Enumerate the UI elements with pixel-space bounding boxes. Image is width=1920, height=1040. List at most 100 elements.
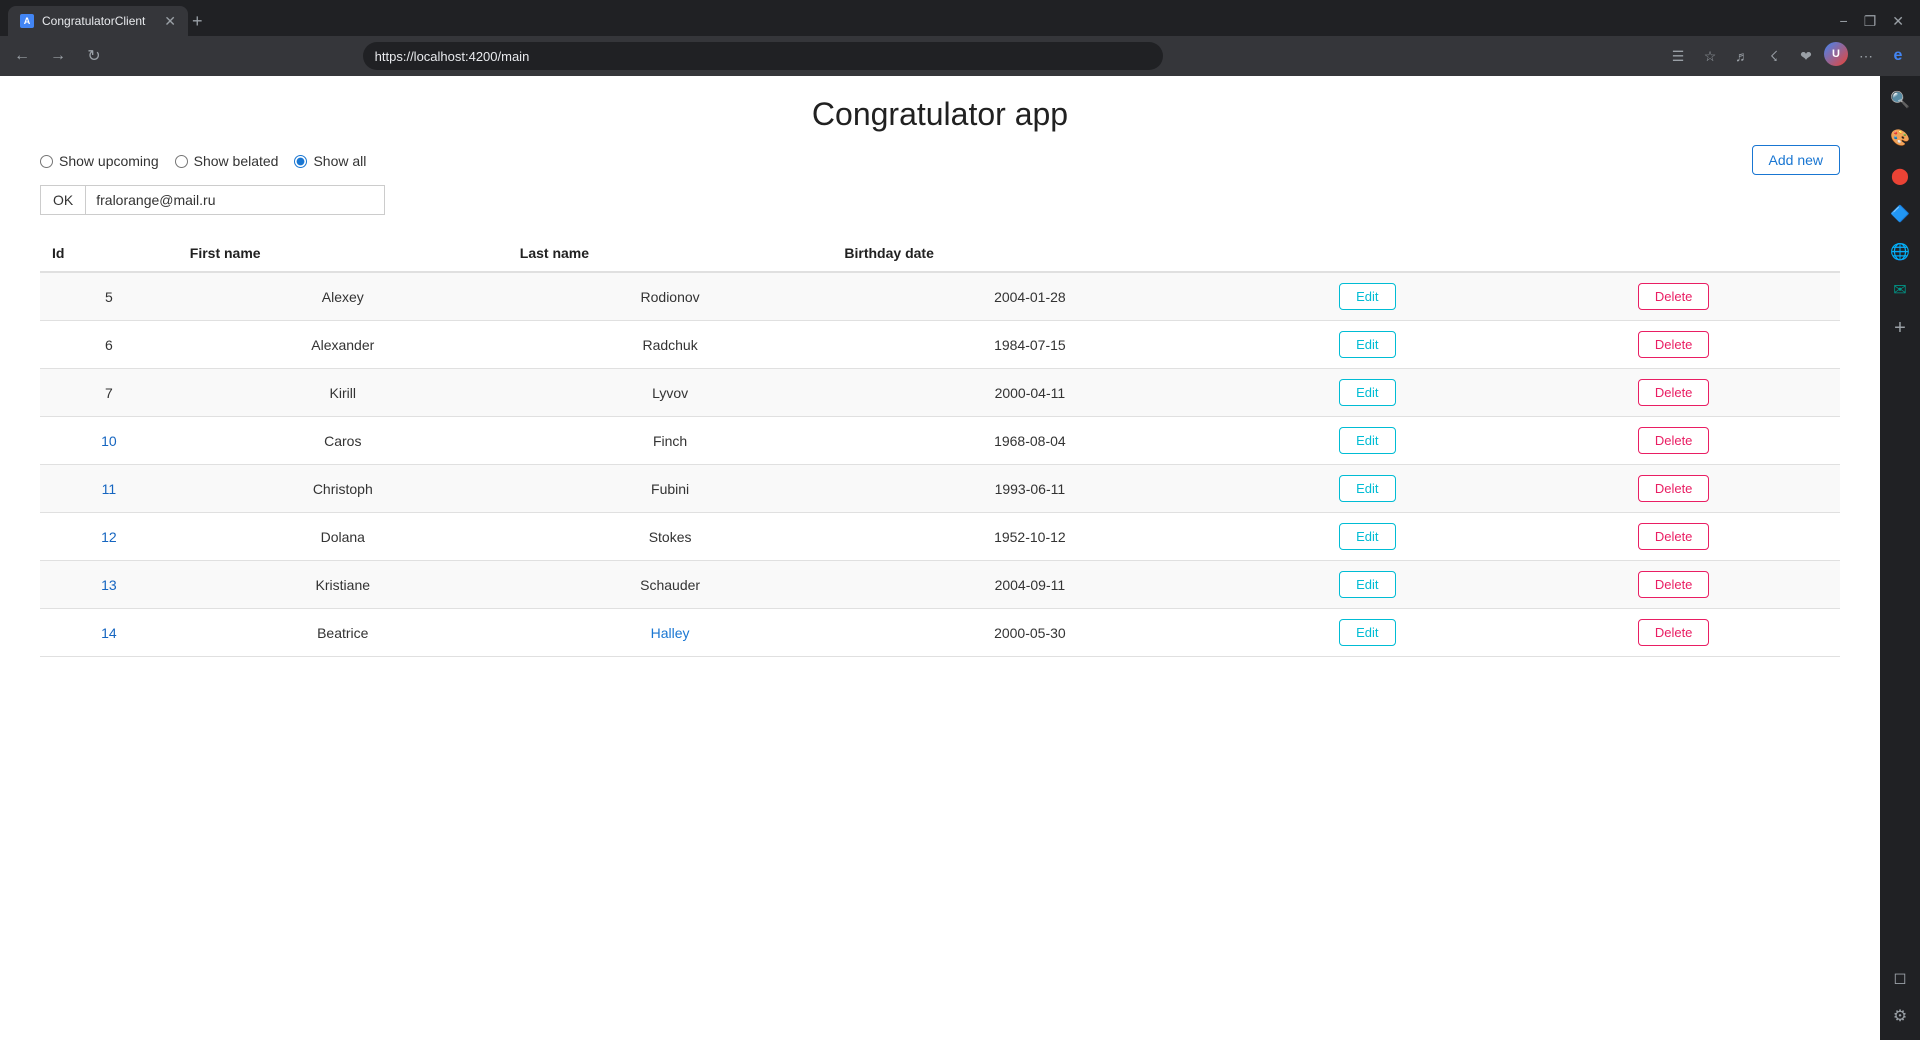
collections-icon[interactable]: ☇ (1760, 42, 1788, 70)
cell-id: 5 (40, 272, 178, 321)
cell-last-name: Halley (508, 609, 833, 657)
cell-id: 13 (40, 561, 178, 609)
back-button[interactable]: ← (8, 42, 36, 70)
maximize-button[interactable]: ❐ (1864, 13, 1877, 30)
sidebar-purple-icon[interactable]: 🔷 (1884, 198, 1916, 230)
minimize-button[interactable]: − (1840, 13, 1848, 30)
edit-button[interactable]: Edit (1339, 379, 1395, 406)
sidebar-paint-icon[interactable]: 🎨 (1884, 122, 1916, 154)
cell-first-name: Beatrice (178, 609, 508, 657)
cell-last-name: Rodionov (508, 272, 833, 321)
cell-edit-action: Edit (1227, 513, 1507, 561)
radio-show-upcoming[interactable] (40, 155, 53, 168)
cell-delete-action: Delete (1507, 321, 1840, 369)
delete-button[interactable]: Delete (1638, 523, 1710, 550)
col-header-delete (1507, 235, 1840, 272)
right-sidebar: 🔍 🎨 ⬤ 🔷 🌐 ✉ + ◻ ⚙ (1880, 76, 1920, 1040)
filter-row: Show upcoming Show belated Show all Add … (40, 153, 1840, 169)
cell-birthday: 1968-08-04 (832, 417, 1227, 465)
profile-avatar[interactable]: U (1824, 42, 1848, 66)
cell-birthday: 2000-04-11 (832, 369, 1227, 417)
radio-show-belated[interactable] (175, 155, 188, 168)
filter-show-belated[interactable]: Show belated (175, 153, 279, 169)
toolbar-icons: ☰ ☆ ♬ ☇ ❤ U ⋯ e (1664, 42, 1912, 70)
delete-button[interactable]: Delete (1638, 331, 1710, 358)
sidebar-red-icon[interactable]: ⬤ (1884, 160, 1916, 192)
data-table: Id First name Last name Birthday date 5 … (40, 235, 1840, 657)
sidebar-globe-icon[interactable]: 🌐 (1884, 236, 1916, 268)
sidebar-search-icon[interactable]: 🔍 (1884, 84, 1916, 116)
browser-chrome: A CongratulatorClient ✕ + − ❐ ✕ ← → ↻ ☰ … (0, 0, 1920, 76)
filter-show-all[interactable]: Show all (294, 153, 366, 169)
edit-button[interactable]: Edit (1339, 331, 1395, 358)
cell-last-name: Finch (508, 417, 833, 465)
cell-delete-action: Delete (1507, 609, 1840, 657)
edge-icon: e (1884, 42, 1912, 70)
edit-button[interactable]: Edit (1339, 619, 1395, 646)
more-options-icon[interactable]: ⋯ (1852, 42, 1880, 70)
cell-first-name: Kirill (178, 369, 508, 417)
cell-delete-action: Delete (1507, 417, 1840, 465)
edit-button[interactable]: Edit (1339, 571, 1395, 598)
cell-id: 7 (40, 369, 178, 417)
browser-tab[interactable]: A CongratulatorClient ✕ (8, 6, 188, 36)
reader-mode-icon[interactable]: ☰ (1664, 42, 1692, 70)
cell-first-name: Kristiane (178, 561, 508, 609)
delete-button[interactable]: Delete (1638, 619, 1710, 646)
ok-button[interactable]: OK (40, 185, 85, 215)
forward-button[interactable]: → (44, 42, 72, 70)
tab-bar: A CongratulatorClient ✕ + − ❐ ✕ (0, 0, 1920, 36)
cell-birthday: 1952-10-12 (832, 513, 1227, 561)
col-header-birthday: Birthday date (832, 235, 1227, 272)
cell-delete-action: Delete (1507, 561, 1840, 609)
delete-button[interactable]: Delete (1638, 475, 1710, 502)
edit-button[interactable]: Edit (1339, 523, 1395, 550)
col-header-edit (1227, 235, 1507, 272)
cell-edit-action: Edit (1227, 321, 1507, 369)
new-tab-button[interactable]: + (192, 11, 203, 32)
refresh-button[interactable]: ↻ (80, 42, 108, 70)
cell-delete-action: Delete (1507, 513, 1840, 561)
cell-birthday: 2000-05-30 (832, 609, 1227, 657)
sidebar-expand-icon[interactable]: ◻ (1884, 962, 1916, 994)
edit-button[interactable]: Edit (1339, 475, 1395, 502)
address-bar-row: ← → ↻ ☰ ☆ ♬ ☇ ❤ U ⋯ e (0, 36, 1920, 76)
cell-first-name: Alexander (178, 321, 508, 369)
cell-id: 11 (40, 465, 178, 513)
favorites-bar-icon[interactable]: ♬ (1728, 42, 1756, 70)
cell-edit-action: Edit (1227, 561, 1507, 609)
cell-delete-action: Delete (1507, 369, 1840, 417)
radio-show-all[interactable] (294, 155, 307, 168)
filter-upcoming-label: Show upcoming (59, 153, 159, 169)
email-input[interactable] (85, 185, 385, 215)
cell-edit-action: Edit (1227, 369, 1507, 417)
cell-last-name: Radchuk (508, 321, 833, 369)
sidebar-share-icon[interactable]: ✉ (1884, 274, 1916, 306)
edit-button[interactable]: Edit (1339, 427, 1395, 454)
table-row: 6 Alexander Radchuk 1984-07-15 Edit Dele… (40, 321, 1840, 369)
app-title: Congratulator app (40, 96, 1840, 133)
browser-body: Congratulator app Show upcoming Show bel… (0, 76, 1920, 1040)
delete-button[interactable]: Delete (1638, 427, 1710, 454)
sidebar-settings-icon[interactable]: ⚙ (1884, 1000, 1916, 1032)
tab-close-icon[interactable]: ✕ (164, 14, 176, 28)
col-header-last-name: Last name (508, 235, 833, 272)
favorites-icon[interactable]: ☆ (1696, 42, 1724, 70)
email-row: OK (40, 185, 1840, 215)
cell-last-name: Fubini (508, 465, 833, 513)
window-controls: − ❐ ✕ (1840, 13, 1912, 30)
filter-show-upcoming[interactable]: Show upcoming (40, 153, 159, 169)
add-new-button[interactable]: Add new (1752, 145, 1840, 175)
delete-button[interactable]: Delete (1638, 571, 1710, 598)
share-icon[interactable]: ❤ (1792, 42, 1820, 70)
delete-button[interactable]: Delete (1638, 283, 1710, 310)
address-input[interactable] (363, 42, 1163, 70)
cell-birthday: 1993-06-11 (832, 465, 1227, 513)
col-header-id: Id (40, 235, 178, 272)
close-button[interactable]: ✕ (1892, 13, 1904, 30)
edit-button[interactable]: Edit (1339, 283, 1395, 310)
tab-favicon: A (20, 14, 34, 28)
sidebar-plus-icon[interactable]: + (1884, 312, 1916, 344)
table-row: 11 Christoph Fubini 1993-06-11 Edit Dele… (40, 465, 1840, 513)
delete-button[interactable]: Delete (1638, 379, 1710, 406)
